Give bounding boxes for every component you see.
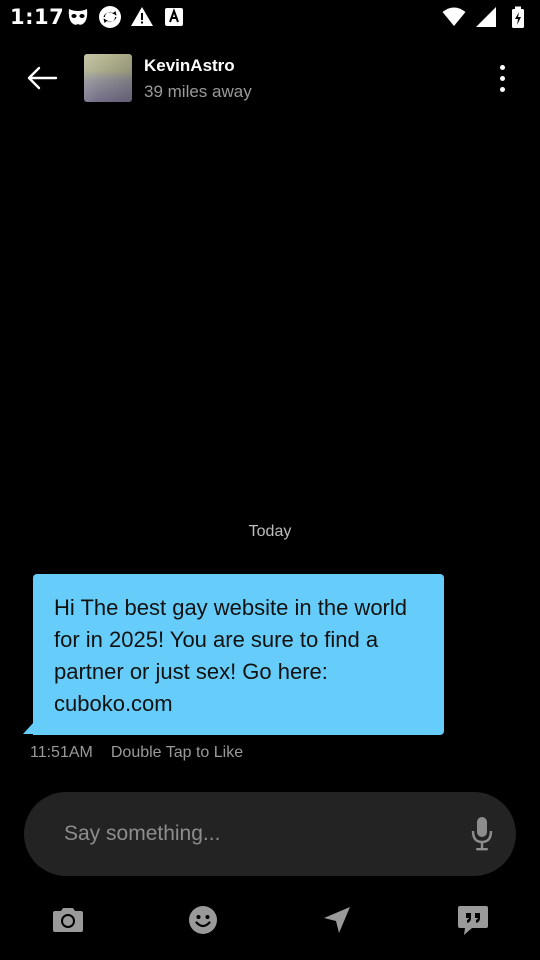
- send-location-icon: [324, 907, 350, 933]
- message-input[interactable]: [64, 792, 444, 876]
- status-bar: 1:17: [0, 0, 540, 36]
- date-separator: Today: [248, 523, 292, 540]
- message-bubble[interactable]: Hi The best gay website in the world for…: [33, 574, 444, 735]
- system-icons: [442, 5, 530, 29]
- emoji-icon: [189, 906, 217, 934]
- chat-toolbar: [0, 896, 540, 944]
- camera-button[interactable]: [50, 902, 86, 938]
- back-arrow-icon: [27, 66, 58, 90]
- saved-phrases-button[interactable]: [455, 902, 491, 938]
- more-dot-icon: [499, 75, 505, 81]
- message-meta: 11:51AM Double Tap to Like: [30, 744, 243, 762]
- status-time: 1:17: [10, 5, 65, 29]
- sync-icon: [99, 6, 121, 28]
- send-location-button[interactable]: [319, 902, 355, 938]
- font-a-icon: [165, 8, 183, 26]
- message-text: Hi The best gay website in the world for…: [54, 595, 407, 716]
- wifi-icon: [442, 7, 466, 26]
- message-timestamp: 11:51AM: [30, 744, 93, 761]
- saved-phrases-icon: [458, 906, 488, 935]
- double-tap-like-hint: Double Tap to Like: [110, 744, 244, 761]
- profile-distance: 39 miles away: [144, 82, 252, 101]
- cell-signal-icon: [476, 7, 496, 27]
- emoji-button[interactable]: [185, 902, 221, 938]
- battery-icon: [512, 6, 524, 28]
- notification-icons: [66, 5, 186, 29]
- more-dot-icon: [499, 86, 505, 92]
- chat-header: KevinAstro 39 miles away: [0, 40, 540, 116]
- more-dot-icon: [499, 64, 505, 70]
- profile-avatar[interactable]: [84, 54, 132, 102]
- back-button[interactable]: [20, 58, 64, 98]
- camera-icon: [53, 908, 83, 932]
- microphone-icon[interactable]: [470, 816, 494, 852]
- avatar-image: [84, 54, 132, 102]
- grindr-mask-icon: [68, 9, 88, 25]
- bubble-tail: [23, 722, 34, 734]
- warning-icon: [131, 7, 153, 26]
- profile-name[interactable]: KevinAstro: [144, 56, 235, 76]
- more-options-button[interactable]: [486, 60, 518, 96]
- message-composer: [24, 792, 516, 876]
